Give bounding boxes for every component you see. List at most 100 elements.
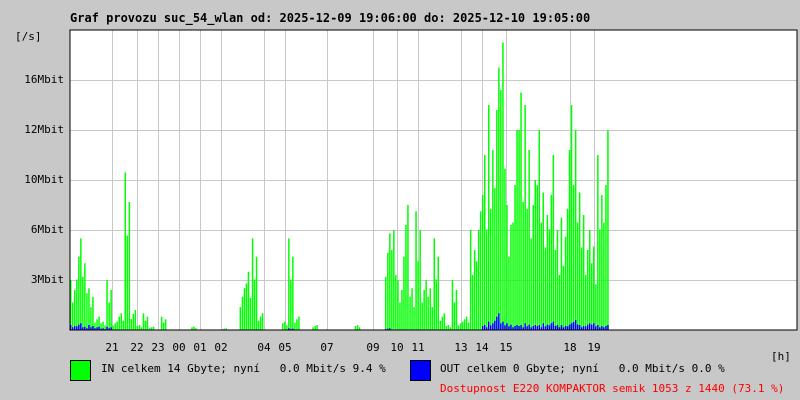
bar-out xyxy=(554,326,557,330)
bar-in xyxy=(431,307,433,330)
bar-in xyxy=(296,319,298,330)
bar-out xyxy=(488,321,490,330)
bar-in xyxy=(239,307,242,330)
bar-in xyxy=(589,230,591,330)
bar-in xyxy=(74,290,76,330)
bar-in xyxy=(550,195,553,330)
bar-out xyxy=(88,325,90,330)
bar-in xyxy=(286,325,288,330)
bar-in xyxy=(554,250,557,330)
bar-in xyxy=(463,319,466,330)
bar-out xyxy=(74,326,76,330)
bar-in xyxy=(522,201,524,330)
bar-out xyxy=(528,324,530,330)
bar-in xyxy=(467,322,470,330)
bar-out xyxy=(516,325,518,330)
bar-in xyxy=(504,168,506,330)
bar-in xyxy=(461,321,464,330)
bar-out xyxy=(482,326,484,330)
bar-out xyxy=(500,323,502,330)
bar-in xyxy=(405,225,407,330)
bar-in xyxy=(599,229,601,330)
bar-in xyxy=(587,250,589,330)
bar-in xyxy=(284,321,286,330)
bar-in xyxy=(128,202,131,330)
bar-out xyxy=(572,322,575,330)
bar-in xyxy=(142,313,145,330)
bar-in xyxy=(249,297,252,330)
bar-in xyxy=(496,110,498,330)
bar-in xyxy=(605,185,607,330)
bar-out xyxy=(566,326,569,330)
bar-in xyxy=(576,222,579,330)
bar-in xyxy=(585,275,587,330)
bar-in xyxy=(413,307,415,330)
bar-in xyxy=(316,325,318,330)
bar-in xyxy=(282,323,284,330)
bar-in xyxy=(502,42,504,330)
bar-in xyxy=(453,302,456,330)
bar-out xyxy=(595,326,597,330)
bar-in xyxy=(146,316,149,330)
bar-in xyxy=(542,192,544,330)
bar-in xyxy=(116,321,118,330)
bar-out xyxy=(564,326,567,330)
bar-out xyxy=(591,324,593,330)
bar-in xyxy=(524,105,526,330)
bar-in xyxy=(607,130,609,330)
y-tick-label: 16Mbit xyxy=(24,73,64,86)
bar-in xyxy=(144,320,147,330)
x-tick-label: 07 xyxy=(320,341,334,354)
bar-in xyxy=(578,192,581,330)
bar-in xyxy=(498,67,500,330)
bar-out xyxy=(607,325,609,330)
bar-in xyxy=(354,326,357,330)
bar-in xyxy=(114,323,116,330)
bar-in xyxy=(595,284,597,330)
bar-out xyxy=(593,323,595,330)
bar-in xyxy=(257,320,260,330)
bar-in xyxy=(465,316,468,330)
bar-in xyxy=(534,180,536,330)
bar-in xyxy=(475,261,478,331)
x-tick-label: 04 xyxy=(257,341,271,354)
bar-in xyxy=(399,302,401,330)
bar-in xyxy=(520,92,522,330)
bar-in xyxy=(566,208,569,331)
bar-in xyxy=(425,280,427,330)
bar-in xyxy=(477,230,480,330)
bar-in xyxy=(597,155,599,330)
bar-in xyxy=(494,188,496,330)
bar-out xyxy=(524,323,526,330)
bar-in xyxy=(433,238,435,330)
bar-in xyxy=(580,247,583,330)
legend-out-swatch xyxy=(410,360,431,381)
bar-in xyxy=(314,326,316,330)
x-tick-label: 01 xyxy=(193,341,207,354)
bar-in xyxy=(288,238,290,330)
bar-in xyxy=(558,275,561,330)
bar-in xyxy=(479,211,482,331)
bar-in xyxy=(298,316,300,330)
bar-in xyxy=(490,208,492,331)
bar-in xyxy=(294,322,296,330)
x-tick-label: 21 xyxy=(105,341,119,354)
bar-in xyxy=(572,185,575,330)
bar-in xyxy=(393,230,395,330)
bar-in xyxy=(259,316,262,330)
bar-in xyxy=(290,279,292,330)
bar-in xyxy=(544,247,547,330)
y-tick-label: 6Mbit xyxy=(30,223,64,236)
bar-in xyxy=(516,130,518,330)
bar-in xyxy=(560,217,563,330)
bar-in xyxy=(126,235,128,330)
bar-out xyxy=(518,326,520,330)
bar-out xyxy=(526,326,528,330)
bar-in xyxy=(241,296,244,330)
bar-in xyxy=(451,280,454,330)
bar-out xyxy=(492,323,494,330)
bar-in xyxy=(546,215,549,330)
x-tick-label: 18 xyxy=(563,341,577,354)
bar-out xyxy=(574,320,577,330)
bar-out xyxy=(536,326,538,330)
